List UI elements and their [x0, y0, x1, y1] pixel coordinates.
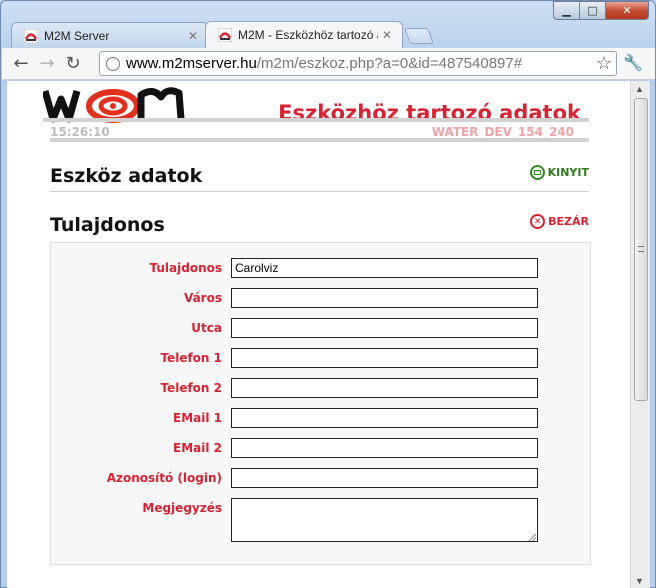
- tab-close-icon[interactable]: ✕: [382, 28, 392, 42]
- tab-title: M2M - Eszközhöz tartozó adatok: [238, 28, 378, 42]
- tab-strip: M2M Server ✕ M2M - Eszközhöz tartozó ada…: [11, 21, 434, 48]
- open-icon: [529, 165, 545, 180]
- form-row-email1: EMail 1: [51, 408, 590, 428]
- owner-form: Tulajdonos Város Utca Telefon 1 Telefon …: [50, 242, 591, 565]
- form-row-login: Azonosító (login): [51, 468, 590, 488]
- city-input[interactable]: [231, 288, 538, 308]
- form-row-owner: Tulajdonos: [51, 258, 590, 278]
- section-title-owner: Tulajdonos: [50, 214, 165, 236]
- forward-arrow-icon[interactable]: →: [34, 51, 60, 77]
- close-circle-icon: ✕: [530, 214, 546, 229]
- new-tab-button[interactable]: [404, 28, 434, 44]
- close-section-label: BEZÁR: [548, 215, 589, 228]
- globe-icon: [106, 56, 120, 71]
- city-label: Város: [183, 291, 222, 305]
- header-divider: [50, 138, 589, 142]
- note-textarea[interactable]: [231, 498, 538, 542]
- page-content: Eszközhöz tartozó adatok 15:26:10 WATER_…: [7, 81, 630, 588]
- browser-window: ▁ □ ✕ M2M Server ✕ M2M - Eszközhöz tarto…: [0, 0, 656, 588]
- scroll-up-arrow-icon[interactable]: ▲: [635, 84, 644, 94]
- note-label: Megjegyzés: [142, 501, 222, 515]
- tab-device-data[interactable]: M2M - Eszközhöz tartozó adatok ✕: [205, 21, 403, 48]
- scroll-down-arrow-icon[interactable]: ▼: [635, 576, 644, 586]
- street-label: Utca: [191, 321, 222, 335]
- maximize-button[interactable]: □: [579, 1, 605, 20]
- back-arrow-icon[interactable]: ←: [8, 51, 34, 77]
- window-controls: ▁ □ ✕: [553, 1, 649, 20]
- address-bar[interactable]: www.m2mserver.hu/m2m/eszkoz.php?a=0&id=4…: [99, 51, 617, 76]
- email1-input[interactable]: [231, 408, 538, 428]
- tab-m2m-server[interactable]: M2M Server ✕: [11, 22, 209, 48]
- owner-input[interactable]: [231, 258, 538, 278]
- reload-icon[interactable]: ↻: [60, 51, 86, 77]
- phone2-label: Telefon 2: [160, 381, 222, 395]
- textarea-resize-handle[interactable]: [529, 534, 536, 541]
- phone2-input[interactable]: [231, 378, 538, 398]
- device-id-text: WATER_DEV_154_240: [431, 125, 574, 139]
- form-row-street: Utca: [51, 318, 590, 338]
- close-section-button[interactable]: ✕ BEZÁR: [530, 214, 589, 229]
- clock-text: 15:26:10: [50, 125, 110, 139]
- bookmark-star-icon[interactable]: ☆: [596, 53, 612, 74]
- open-section-label: KINYIT: [547, 166, 589, 179]
- street-input[interactable]: [231, 318, 538, 338]
- minimize-button[interactable]: ▁: [553, 1, 579, 20]
- open-section-button[interactable]: KINYIT: [529, 165, 589, 180]
- form-row-phone2: Telefon 2: [51, 378, 590, 398]
- login-input[interactable]: [231, 468, 538, 488]
- form-row-phone1: Telefon 1: [51, 348, 590, 368]
- url-host: www.m2mserver.hu: [126, 55, 257, 72]
- tab-title: M2M Server: [44, 28, 110, 43]
- phone1-label: Telefon 1: [160, 351, 222, 365]
- m2m-favicon-icon: [218, 28, 232, 42]
- m2m-favicon-icon: [24, 28, 38, 43]
- section-divider: [50, 191, 589, 192]
- scrollbar-thumb[interactable]: [634, 98, 648, 401]
- header-divider-top: [43, 118, 589, 122]
- wrench-menu-icon[interactable]: 🔧: [623, 53, 643, 73]
- browser-toolbar: ← → ↻ www.m2mserver.hu/m2m/eszkoz.php?a=…: [2, 48, 655, 80]
- phone1-input[interactable]: [231, 348, 538, 368]
- form-row-email2: EMail 2: [51, 438, 590, 458]
- grip-icon: [638, 246, 644, 252]
- login-label: Azonosító (login): [106, 471, 222, 485]
- email2-input[interactable]: [231, 438, 538, 458]
- url-path: /m2m/eszkoz.php?a=0&id=487540897#: [256, 55, 523, 72]
- email1-label: EMail 1: [173, 411, 222, 425]
- form-row-note: Megjegyzés: [51, 498, 590, 542]
- owner-label: Tulajdonos: [149, 261, 223, 275]
- section-title-device-data: Eszköz adatok: [50, 165, 203, 187]
- close-window-button[interactable]: ✕: [605, 1, 649, 20]
- form-row-city: Város: [51, 288, 590, 308]
- tab-close-icon[interactable]: ✕: [188, 29, 198, 43]
- email2-label: EMail 2: [173, 441, 222, 455]
- vertical-scrollbar[interactable]: ▲ ▼: [630, 81, 650, 588]
